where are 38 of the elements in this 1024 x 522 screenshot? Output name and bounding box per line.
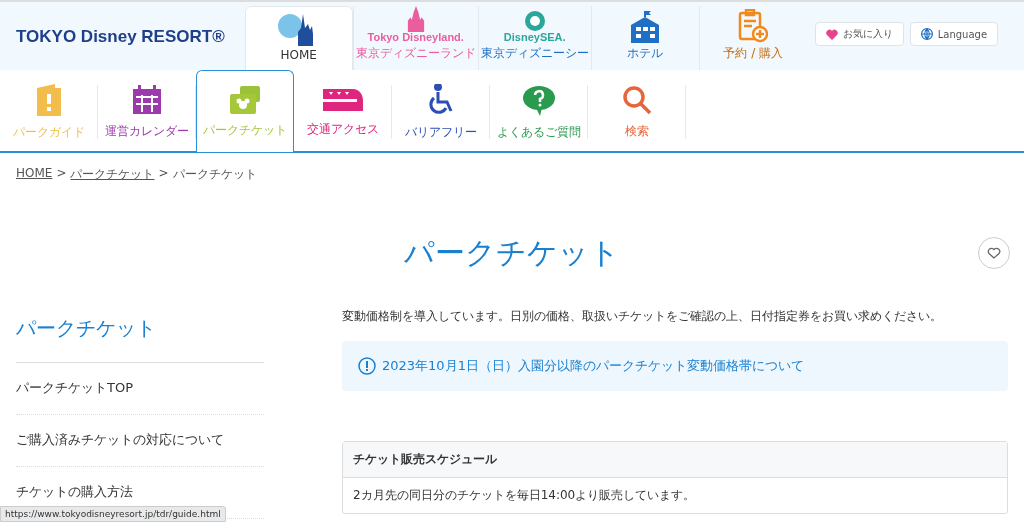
heart-icon <box>987 247 1001 259</box>
favorites-button[interactable]: お気に入り <box>814 22 904 46</box>
notice-banner[interactable]: 2023年10月1日（日）入園分以降のパークチケット変動価格帯について <box>342 341 1008 391</box>
sidebar-link[interactable]: ご購入済みチケットの対応について <box>16 415 264 467</box>
breadcrumb-separator: > <box>158 166 169 182</box>
train-icon <box>323 86 363 113</box>
park-tab[interactable]: ホテル <box>590 6 699 70</box>
question-bubble-icon <box>522 83 556 116</box>
exclamation-icon <box>358 357 376 375</box>
calendar-icon <box>132 84 162 115</box>
language-button[interactable]: Language <box>909 22 999 46</box>
page-title: パークチケット <box>404 234 620 272</box>
hotel-icon <box>631 11 660 43</box>
clipboard-plus-icon <box>738 9 769 43</box>
breadcrumb-current: パークチケット <box>172 166 257 183</box>
favorite-button[interactable] <box>978 237 1010 269</box>
heart-icon <box>825 28 838 40</box>
park-tab[interactable]: HOME <box>244 6 353 70</box>
breadcrumb-link[interactable]: HOME <box>16 166 53 183</box>
nav-tab[interactable]: よくあるご質問 <box>490 73 588 151</box>
guide-icon <box>35 83 63 116</box>
search-icon <box>622 84 652 115</box>
url-tooltip: https://www.tokyodisneyresort.jp/tdr/guide.html <box>0 506 226 522</box>
park-tab[interactable]: DisneySEA. 東京ディズニーシー <box>477 6 591 70</box>
breadcrumb-link[interactable]: パークチケット <box>70 166 155 183</box>
nav-tab[interactable]: 運営カレンダー <box>98 73 196 151</box>
nav-tab[interactable]: 交通アクセス <box>294 73 392 151</box>
breadcrumb-separator: > <box>56 166 67 182</box>
site-logo[interactable]: TOKYO Disney RESORT® <box>16 26 225 48</box>
card-text: 2カ月先の同日分のチケットを毎日14:00より販売しています。 <box>352 487 697 504</box>
nav-tab[interactable]: バリアフリー <box>392 73 490 151</box>
ticket-icon <box>228 84 262 114</box>
intro-text: 変動価格制を導入しています。日別の価格、取扱いチケットをご確認の上、日付指定券をお買い求めください。 <box>342 308 943 325</box>
sidebar-title: パークチケット <box>16 301 264 363</box>
park-tab[interactable]: 予約 / 購入 <box>698 6 807 70</box>
nav-tab[interactable]: 検索 <box>588 73 686 151</box>
sidebar-link[interactable]: パークチケットTOP <box>16 363 264 415</box>
card-heading: チケット販売スケジュール <box>343 442 1007 478</box>
